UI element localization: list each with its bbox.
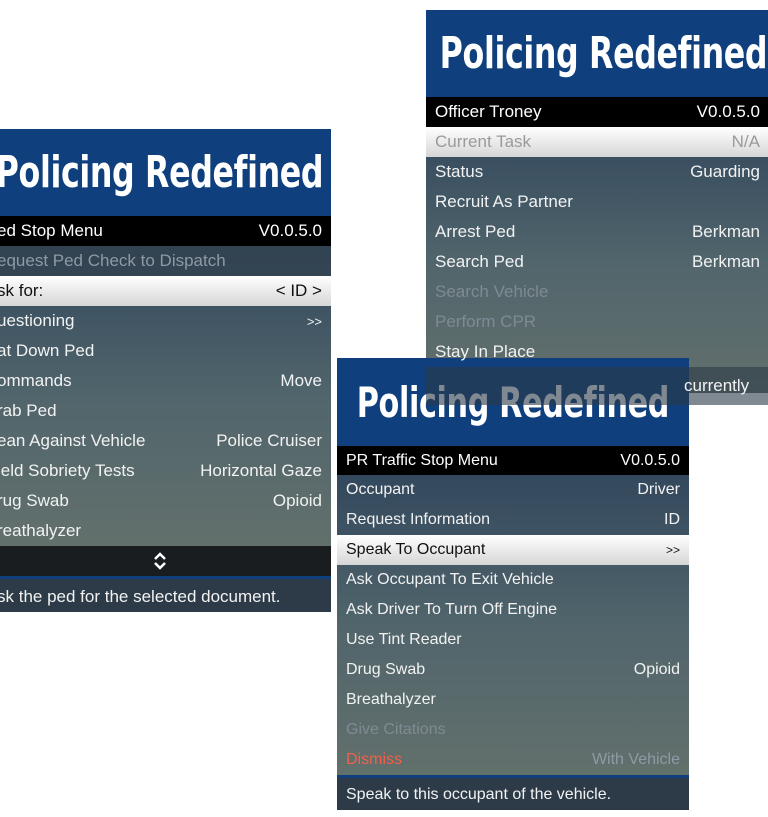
submenu-arrow-icon: >> (306, 313, 322, 329)
menu-subtitle: PR Traffic Stop Menu (346, 451, 498, 469)
menu-item-breathalyzer[interactable]: Breathalyzer (337, 685, 689, 715)
menu-banner: Policing Redefined (0, 129, 331, 216)
menu-item-questioning[interactable]: uestioning >> (0, 306, 331, 336)
menu-item-ask-occupant-exit[interactable]: Ask Occupant To Exit Vehicle (337, 565, 689, 595)
menu-description: sk the ped for the selected document. (0, 579, 331, 612)
menu-item-perform-cpr[interactable]: Perform CPR (426, 307, 768, 337)
menu-item-stay-in-place[interactable]: Stay In Place (426, 337, 768, 367)
menu-item-ask-for[interactable]: sk for: < ID > (0, 276, 331, 306)
menu-header: Officer Troney V0.0.5.0 (426, 97, 768, 127)
menu-item-give-citations[interactable]: Give Citations (337, 715, 689, 745)
menu-title: Policing Redefined (439, 28, 767, 79)
menu-item-occupant[interactable]: Occupant Driver (337, 475, 689, 505)
ped-stop-menu: Policing Redefined ed Stop Menu V0.0.5.0… (0, 129, 331, 612)
menu-item-current-task[interactable]: Current Task N/A (426, 127, 768, 157)
menu-item-recruit-as-partner[interactable]: Recruit As Partner (426, 187, 768, 217)
menu-version: V0.0.5.0 (696, 102, 760, 121)
menu-item-drug-swab[interactable]: rug Swab Opioid (0, 486, 331, 516)
menu-description: currently (426, 367, 768, 405)
menu-item-speak-to-occupant[interactable]: Speak To Occupant >> (337, 535, 689, 565)
menu-items: Occupant Driver Request Information ID S… (337, 475, 689, 775)
scroll-indicator[interactable] (0, 546, 331, 576)
up-down-chevron-icon (153, 552, 166, 570)
menu-item-search-vehicle[interactable]: Search Vehicle (426, 277, 768, 307)
menu-item-ask-driver-engine-off[interactable]: Ask Driver To Turn Off Engine (337, 595, 689, 625)
menu-header: ed Stop Menu V0.0.5.0 (0, 216, 331, 246)
menu-version: V0.0.5.0 (620, 451, 680, 469)
menu-item-lean-against-vehicle[interactable]: ean Against Vehicle Police Cruiser (0, 426, 331, 456)
menu-description: Speak to this occupant of the vehicle. (337, 778, 689, 810)
menu-items: Current Task N/A Status Guarding Recruit… (426, 127, 768, 405)
officer-menu: Policing Redefined Officer Troney V0.0.5… (426, 10, 768, 423)
submenu-arrow-icon: >> (665, 543, 680, 557)
menu-item-dismiss[interactable]: Dismiss With Vehicle (337, 745, 689, 775)
menu-item-use-tint-reader[interactable]: Use Tint Reader (337, 625, 689, 655)
menu-item-field-sobriety-tests[interactable]: ield Sobriety Tests Horizontal Gaze (0, 456, 331, 486)
menu-subtitle: ed Stop Menu (0, 221, 103, 240)
menu-item-grab-ped[interactable]: rab Ped (0, 396, 331, 426)
menu-item-search-ped[interactable]: Search Ped Berkman (426, 247, 768, 277)
menu-item-request-information[interactable]: Request Information ID (337, 505, 689, 535)
menu-item-breathalyzer[interactable]: reathalyzer (0, 516, 331, 546)
menu-item-status[interactable]: Status Guarding (426, 157, 768, 187)
menu-item-drug-swab[interactable]: Drug Swab Opioid (337, 655, 689, 685)
menu-banner: Policing Redefined (426, 10, 768, 97)
menu-subtitle: Officer Troney (435, 102, 542, 121)
menu-header: PR Traffic Stop Menu V0.0.5.0 (337, 446, 689, 475)
menu-item-request-ped-check[interactable]: equest Ped Check to Dispatch (0, 246, 331, 276)
menu-item-pat-down-ped[interactable]: at Down Ped (0, 336, 331, 366)
menu-items: equest Ped Check to Dispatch sk for: < I… (0, 246, 331, 546)
menu-item-commands[interactable]: ommands Move (0, 366, 331, 396)
list-selector[interactable]: < ID > (276, 281, 322, 301)
menu-title: Policing Redefined (0, 147, 324, 198)
traffic-stop-menu: Policing Redefined PR Traffic Stop Menu … (337, 358, 689, 810)
menu-version: V0.0.5.0 (258, 221, 322, 240)
menu-item-arrest-ped[interactable]: Arrest Ped Berkman (426, 217, 768, 247)
